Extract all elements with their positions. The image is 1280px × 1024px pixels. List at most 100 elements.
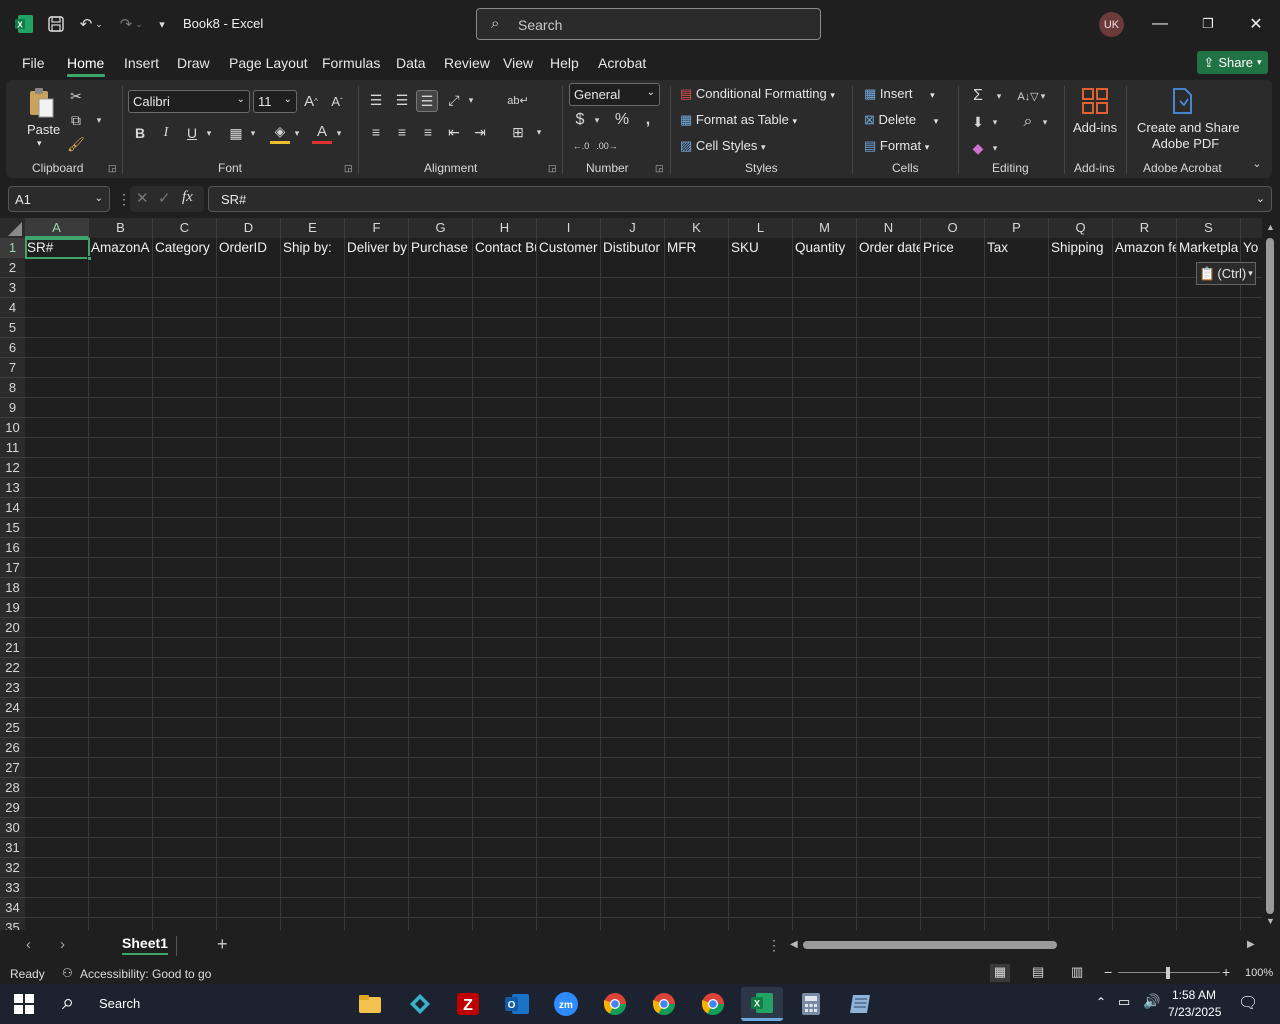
row-header[interactable]: 30 [0,818,25,838]
font-launcher-icon[interactable]: ◲ [344,163,353,174]
currency-icon[interactable]: $ [570,110,590,130]
table-cell[interactable]: Yo [1241,238,1262,258]
scroll-right-icon[interactable]: ▶ [1247,939,1255,950]
table-cell[interactable]: Category [153,238,217,258]
column-header-a[interactable]: A [25,218,89,238]
windows-start-icon[interactable] [14,994,34,1017]
table-cell[interactable]: Distibutor [601,238,665,258]
row-header[interactable]: 25 [0,718,25,738]
zoom-in-icon[interactable]: + [1222,964,1230,980]
copy-icon[interactable]: ⧉ [66,110,86,130]
confirm-entry-icon[interactable]: ✓ [158,189,171,207]
table-cell[interactable]: Amazon fe [1113,238,1177,258]
create-pdf-label-2[interactable]: Adobe PDF [1152,136,1219,151]
tab-help[interactable]: Help [550,55,579,71]
format-painter-icon[interactable]: 🖌 [66,134,86,154]
minimize-icon[interactable]: — [1148,12,1172,36]
align-left-icon[interactable]: ≡ [366,122,386,142]
copy-dropdown-icon[interactable]: ▾ [92,110,106,130]
table-cell[interactable]: Deliver by [345,238,409,258]
autosum-dropdown-icon[interactable]: ▾ [994,86,1004,106]
tab-page-layout[interactable]: Page Layout [229,55,308,71]
row-header[interactable]: 19 [0,598,25,618]
undo-dropdown-icon[interactable]: ⌄ [92,12,106,36]
bold-icon[interactable]: B [130,122,150,144]
row-header[interactable]: 1 [0,238,25,258]
zoom-out-icon[interactable]: − [1104,964,1112,980]
taskbar-search-icon[interactable]: ⌕ [62,989,74,1015]
clear-icon[interactable]: ◆ [968,138,988,158]
column-header-n[interactable]: N [857,218,921,238]
fill-color-icon[interactable]: ◈ [270,122,290,144]
table-cell[interactable]: SKU [729,238,793,258]
taskbar-date[interactable]: 7/23/2025 [1168,1005,1221,1019]
fill-handle[interactable] [87,256,92,261]
column-header-h[interactable]: H [473,218,537,238]
row-header[interactable]: 2 [0,258,25,278]
redo-dropdown-icon[interactable]: ⌄ [132,12,146,36]
search-box[interactable]: ⌕ Search [476,8,821,40]
number-format-combo[interactable]: General ⌄ [569,83,660,106]
borders-dropdown-icon[interactable]: ▾ [248,122,258,144]
row-header[interactable]: 34 [0,898,25,918]
more-options-icon[interactable]: ⋮ [117,191,131,208]
column-header-m[interactable]: M [793,218,857,238]
clipboard-launcher-icon[interactable]: ◲ [108,163,117,174]
column-header-g[interactable]: G [409,218,473,238]
horizontal-scroll-thumb[interactable] [803,941,1057,949]
column-header-d[interactable]: D [217,218,281,238]
font-color-icon[interactable]: A [312,122,332,144]
row-header[interactable]: 11 [0,438,25,458]
expand-formula-icon[interactable]: ⌄ [1256,192,1265,205]
tray-overflow-icon[interactable]: ⌃ [1096,995,1106,1009]
row-header[interactable]: 22 [0,658,25,678]
clear-dropdown-icon[interactable]: ▾ [990,138,1000,158]
taskbar-time[interactable]: 1:58 AM [1172,988,1216,1002]
row-header[interactable]: 24 [0,698,25,718]
row-header[interactable]: 7 [0,358,25,378]
table-cell[interactable]: Customer [537,238,601,258]
app-icon-teal[interactable] [402,987,438,1021]
decrease-font-icon[interactable]: Aˇ [327,90,347,112]
row-header[interactable]: 16 [0,538,25,558]
tab-data[interactable]: Data [396,55,426,71]
merge-center-icon[interactable]: ⊞ [508,122,528,142]
row-header[interactable]: 32 [0,858,25,878]
tab-review[interactable]: Review [444,55,490,71]
network-icon[interactable]: ▭ [1118,994,1130,1010]
column-header-i[interactable]: I [537,218,601,238]
zoom-level[interactable]: 100% [1245,967,1273,979]
add-ins-icon[interactable] [1080,86,1110,116]
table-cell[interactable]: Marketpla [1177,238,1241,258]
comma-style-icon[interactable]: , [638,110,658,130]
alignment-launcher-icon[interactable]: ◲ [548,163,557,174]
underline-icon[interactable]: U [182,122,202,144]
fill-icon[interactable]: ⬇ [968,112,988,132]
number-launcher-icon[interactable]: ◲ [655,163,664,174]
row-header[interactable]: 26 [0,738,25,758]
percent-icon[interactable]: % [612,110,632,130]
row-header[interactable]: 27 [0,758,25,778]
middle-align-icon[interactable]: ☰ [392,90,412,110]
row-header[interactable]: 23 [0,678,25,698]
table-cell[interactable]: Shipping [1049,238,1113,258]
table-cell[interactable]: Price [921,238,985,258]
column-header-o[interactable]: O [921,218,985,238]
page-break-view-icon[interactable]: ▥ [1071,964,1083,980]
create-pdf-label-1[interactable]: Create and Share [1137,120,1240,135]
row-header[interactable]: 15 [0,518,25,538]
table-cell[interactable]: Quantity [793,238,857,258]
tab-home[interactable]: Home [67,55,104,71]
accessibility-status[interactable]: Accessibility: Good to go [80,967,211,981]
column-header-j[interactable]: J [601,218,665,238]
scroll-left-icon[interactable]: ◀ [790,939,798,950]
orientation-dropdown-icon[interactable]: ▾ [466,90,476,110]
paste-icon[interactable] [26,86,56,120]
borders-icon[interactable]: ▦ [226,122,246,144]
column-header-r[interactable]: R [1113,218,1177,238]
select-all-corner[interactable] [0,218,25,238]
tab-formulas[interactable]: Formulas [322,55,380,71]
chrome-profile-icon[interactable] [646,987,682,1021]
table-cell[interactable]: Ship by: [281,238,345,258]
chrome-icon[interactable] [597,987,633,1021]
